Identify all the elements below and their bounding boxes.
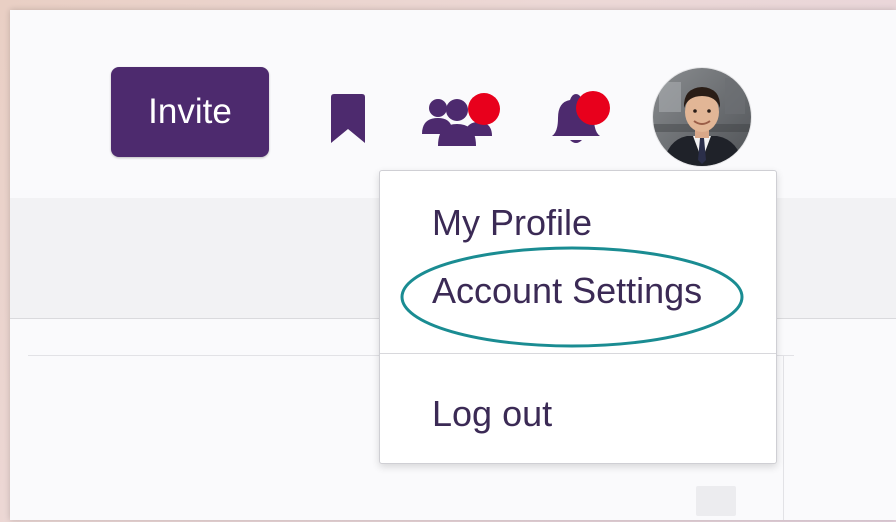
menu-divider xyxy=(380,353,776,354)
menu-item-log-out[interactable]: Log out xyxy=(432,393,552,435)
menu-item-my-profile[interactable]: My Profile xyxy=(432,202,592,244)
app-window: Invite My Profile Account Settings Log o… xyxy=(10,10,896,520)
bookmark-icon[interactable] xyxy=(328,93,368,145)
menu-item-account-settings[interactable]: Account Settings xyxy=(432,270,702,312)
scroll-handle[interactable] xyxy=(696,486,736,516)
user-dropdown-menu: My Profile Account Settings Log out xyxy=(379,170,777,464)
bell-icon[interactable] xyxy=(542,88,612,150)
people-icon[interactable] xyxy=(420,88,500,150)
invite-button[interactable]: Invite xyxy=(111,67,269,157)
card-edge xyxy=(783,355,784,520)
user-avatar[interactable] xyxy=(653,68,751,166)
